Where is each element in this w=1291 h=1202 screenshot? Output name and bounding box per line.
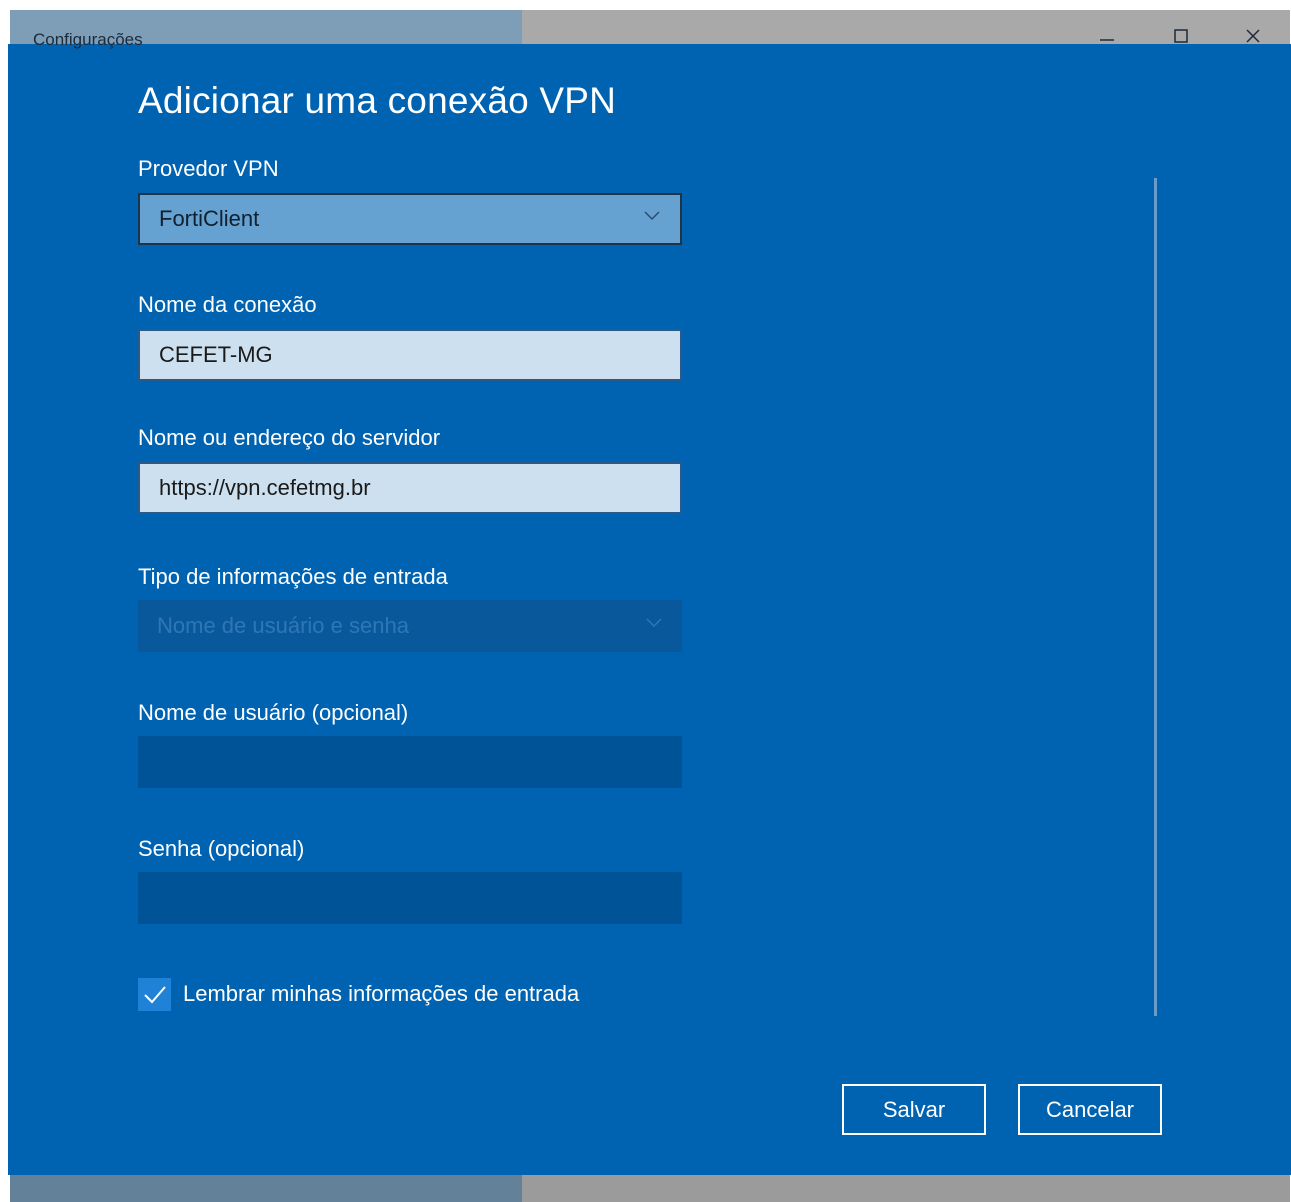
vpn-provider-value: FortiClient <box>159 206 260 231</box>
remember-label[interactable]: Lembrar minhas informações de entrada <box>183 981 579 1007</box>
password-label: Senha (opcional) <box>138 836 305 861</box>
username-label: Nome de usuário (opcional) <box>138 700 409 725</box>
window-title: Configurações <box>33 30 143 49</box>
server-address-input[interactable]: https://vpn.cefetmg.br <box>138 462 682 514</box>
page-title: Adicionar uma conexão VPN <box>138 80 617 121</box>
settings-window: Configurações Adicionar uma conexão VPN … <box>0 0 1291 1202</box>
cancel-button[interactable]: Cancelar <box>1018 1084 1162 1135</box>
vpn-provider-select[interactable]: FortiClient <box>138 193 682 245</box>
close-icon <box>1246 29 1260 43</box>
server-address-value: https://vpn.cefetmg.br <box>159 475 371 500</box>
sign-in-type-value: Nome de usuário e senha <box>157 613 409 638</box>
scrollbar[interactable] <box>1154 178 1157 1016</box>
maximize-icon <box>1174 29 1188 43</box>
connection-name-label: Nome da conexão <box>138 292 317 317</box>
remember-checkbox[interactable] <box>138 978 171 1011</box>
close-button[interactable] <box>1238 26 1268 52</box>
background-strip-bottom-right <box>522 1175 1290 1202</box>
server-address-label: Nome ou endereço do servidor <box>138 425 441 450</box>
minimize-button[interactable] <box>1092 26 1122 52</box>
sign-in-type-select[interactable]: Nome de usuário e senha <box>138 600 682 652</box>
connection-name-value: CEFET-MG <box>159 342 273 367</box>
password-input[interactable] <box>138 872 682 924</box>
chevron-down-icon <box>646 618 662 628</box>
minimize-icon <box>1100 39 1114 41</box>
connection-name-input[interactable]: CEFET-MG <box>138 329 682 381</box>
sign-in-type-label: Tipo de informações de entrada <box>138 564 448 589</box>
background-strip-bottom-left <box>10 1175 522 1202</box>
checkmark-icon <box>143 985 166 1003</box>
maximize-button[interactable] <box>1166 26 1196 52</box>
vpn-provider-label: Provedor VPN <box>138 156 279 181</box>
chevron-down-icon <box>644 211 660 221</box>
username-input[interactable] <box>138 736 682 788</box>
save-button[interactable]: Salvar <box>842 1084 986 1135</box>
